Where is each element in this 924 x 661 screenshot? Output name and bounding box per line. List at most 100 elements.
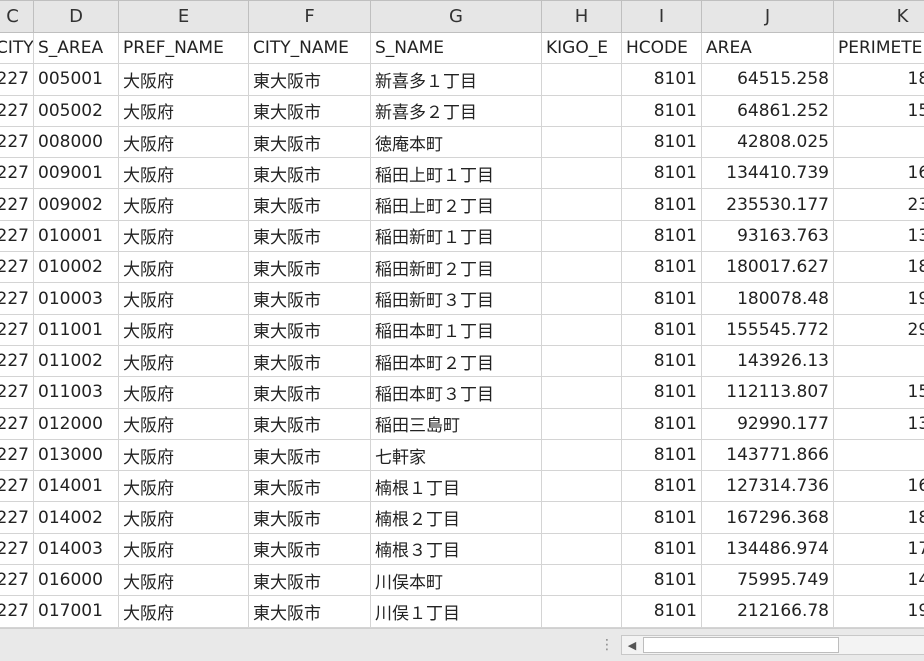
column-header-h[interactable]: H bbox=[542, 1, 622, 33]
column-header-e[interactable]: E bbox=[119, 1, 249, 33]
table-cell[interactable]: 東大阪市 bbox=[249, 502, 371, 533]
table-cell[interactable] bbox=[542, 565, 622, 596]
table-cell[interactable]: 8101 bbox=[622, 565, 702, 596]
table-cell[interactable]: 楠根１丁目 bbox=[371, 471, 542, 502]
table-cell[interactable] bbox=[542, 220, 622, 251]
table-cell[interactable]: 東大阪市 bbox=[249, 189, 371, 220]
table-cell[interactable]: 大阪府 bbox=[119, 502, 249, 533]
table-cell[interactable]: 東大阪市 bbox=[249, 283, 371, 314]
table-cell[interactable]: 8101 bbox=[622, 252, 702, 283]
table-cell[interactable] bbox=[542, 377, 622, 408]
table-cell[interactable] bbox=[542, 314, 622, 345]
table-cell[interactable] bbox=[542, 502, 622, 533]
table-cell[interactable]: 75995.749 bbox=[702, 565, 834, 596]
table-cell[interactable]: 212166.78 bbox=[702, 596, 834, 627]
table-cell[interactable]: 大阪府 bbox=[119, 408, 249, 439]
table-cell[interactable]: 180078.48 bbox=[702, 283, 834, 314]
table-cell[interactable]: 大阪府 bbox=[119, 439, 249, 470]
table-cell[interactable]: 016000 bbox=[34, 565, 119, 596]
table-cell[interactable]: 8101 bbox=[622, 126, 702, 157]
table-cell[interactable]: 1499.2 bbox=[834, 565, 924, 596]
table-cell[interactable]: 227 bbox=[0, 64, 34, 95]
table-cell[interactable]: 227 bbox=[0, 565, 34, 596]
table-cell[interactable]: 227 bbox=[0, 220, 34, 251]
table-cell[interactable]: 東大阪市 bbox=[249, 345, 371, 376]
column-header-i[interactable]: I bbox=[622, 1, 702, 33]
table-cell[interactable]: 2349.8 bbox=[834, 189, 924, 220]
table-cell[interactable]: 005001 bbox=[34, 64, 119, 95]
table-cell[interactable]: 東大阪市 bbox=[249, 565, 371, 596]
table-cell[interactable]: 8101 bbox=[622, 283, 702, 314]
table-cell[interactable]: 1888.1 bbox=[834, 502, 924, 533]
table-cell[interactable]: 東大阪市 bbox=[249, 252, 371, 283]
table-cell[interactable]: 大阪府 bbox=[119, 220, 249, 251]
table-cell[interactable]: 134410.739 bbox=[702, 158, 834, 189]
column-header-c[interactable]: C bbox=[0, 1, 34, 33]
table-cell[interactable]: 134486.974 bbox=[702, 533, 834, 564]
table-cell[interactable]: 東大阪市 bbox=[249, 158, 371, 189]
table-cell[interactable]: 1686.9 bbox=[834, 158, 924, 189]
table-cell[interactable]: 155545.772 bbox=[702, 314, 834, 345]
field-name-cell[interactable]: CITY bbox=[0, 33, 34, 64]
table-cell[interactable]: 8101 bbox=[622, 471, 702, 502]
table-cell[interactable]: 稲田新町１丁目 bbox=[371, 220, 542, 251]
table-cell[interactable] bbox=[542, 95, 622, 126]
table-cell[interactable]: 稲田新町２丁目 bbox=[371, 252, 542, 283]
table-cell[interactable]: 東大阪市 bbox=[249, 64, 371, 95]
table-cell[interactable]: 143926.13 bbox=[702, 345, 834, 376]
table-cell[interactable]: 徳庵本町 bbox=[371, 126, 542, 157]
table-cell[interactable]: 1838.9 bbox=[834, 64, 924, 95]
table-cell[interactable]: 227 bbox=[0, 439, 34, 470]
table-cell[interactable]: 227 bbox=[0, 314, 34, 345]
table-cell[interactable]: 227 bbox=[0, 377, 34, 408]
table-cell[interactable]: 012000 bbox=[34, 408, 119, 439]
table-cell[interactable]: 8101 bbox=[622, 345, 702, 376]
column-header-k[interactable]: K bbox=[834, 1, 924, 33]
table-cell[interactable] bbox=[542, 64, 622, 95]
vertical-dots-icon[interactable]: ⋮ bbox=[600, 638, 606, 652]
table-cell[interactable]: 大阪府 bbox=[119, 158, 249, 189]
table-cell[interactable]: 1839 bbox=[834, 345, 924, 376]
table-cell[interactable]: 楠根２丁目 bbox=[371, 502, 542, 533]
table-cell[interactable]: 92990.177 bbox=[702, 408, 834, 439]
table-cell[interactable]: 稲田本町２丁目 bbox=[371, 345, 542, 376]
field-name-cell[interactable]: AREA bbox=[702, 33, 834, 64]
table-cell[interactable]: 127314.736 bbox=[702, 471, 834, 502]
table-cell[interactable]: 010003 bbox=[34, 283, 119, 314]
table-cell[interactable]: 227 bbox=[0, 345, 34, 376]
table-cell[interactable]: 大阪府 bbox=[119, 565, 249, 596]
table-cell[interactable] bbox=[542, 158, 622, 189]
table-cell[interactable]: 楠根３丁目 bbox=[371, 533, 542, 564]
table-cell[interactable]: 009002 bbox=[34, 189, 119, 220]
table-cell[interactable]: 1388.2 bbox=[834, 408, 924, 439]
table-cell[interactable] bbox=[542, 345, 622, 376]
table-cell[interactable]: 川俣本町 bbox=[371, 565, 542, 596]
field-name-cell[interactable]: KIGO_E bbox=[542, 33, 622, 64]
table-cell[interactable]: 稲田上町２丁目 bbox=[371, 189, 542, 220]
table-cell[interactable]: 8101 bbox=[622, 533, 702, 564]
table-cell[interactable]: 8101 bbox=[622, 439, 702, 470]
table-cell[interactable]: 8101 bbox=[622, 408, 702, 439]
table-cell[interactable]: 七軒家 bbox=[371, 439, 542, 470]
horizontal-scrollbar[interactable]: ◀ bbox=[621, 635, 924, 655]
table-cell[interactable]: 大阪府 bbox=[119, 64, 249, 95]
table-cell[interactable]: 東大阪市 bbox=[249, 439, 371, 470]
table-cell[interactable]: 8101 bbox=[622, 158, 702, 189]
table-cell[interactable]: 東大阪市 bbox=[249, 533, 371, 564]
table-cell[interactable]: 大阪府 bbox=[119, 471, 249, 502]
table-cell[interactable]: 227 bbox=[0, 596, 34, 627]
scrollbar-thumb[interactable] bbox=[643, 637, 839, 653]
table-cell[interactable]: 227 bbox=[0, 158, 34, 189]
table-cell[interactable]: 010002 bbox=[34, 252, 119, 283]
table-cell[interactable]: 大阪府 bbox=[119, 314, 249, 345]
field-name-cell[interactable]: HCODE bbox=[622, 33, 702, 64]
table-cell[interactable]: 東大阪市 bbox=[249, 471, 371, 502]
table-cell[interactable] bbox=[542, 189, 622, 220]
table-cell[interactable]: 大阪府 bbox=[119, 533, 249, 564]
table-cell[interactable]: 大阪府 bbox=[119, 345, 249, 376]
table-cell[interactable]: 235530.177 bbox=[702, 189, 834, 220]
table-cell[interactable]: 013000 bbox=[34, 439, 119, 470]
table-cell[interactable]: 93163.763 bbox=[702, 220, 834, 251]
table-cell[interactable]: 1515.9 bbox=[834, 377, 924, 408]
table-cell[interactable]: 稲田本町１丁目 bbox=[371, 314, 542, 345]
